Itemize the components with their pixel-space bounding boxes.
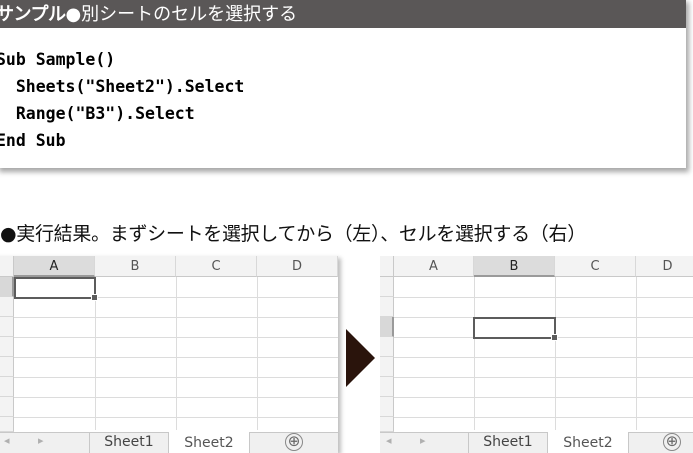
scroll-left-icon[interactable]: ◂: [386, 434, 392, 447]
grid-line: [14, 337, 338, 338]
scroll-right-icon[interactable]: ▸: [420, 434, 426, 447]
grid-line: [394, 357, 693, 358]
row-header-3[interactable]: [380, 317, 394, 337]
code-line: Range("B3").Select: [0, 104, 195, 123]
row-header-5[interactable]: [0, 357, 14, 377]
row-header-5[interactable]: [380, 357, 394, 377]
column-header-a[interactable]: A: [14, 256, 95, 277]
code-sample-box: サンプル ●別シートのセルを選択する Sub Sample() Sheets("S…: [0, 0, 686, 168]
select-all-corner[interactable]: [0, 256, 14, 277]
tab-sheet2[interactable]: Sheet2: [169, 432, 249, 453]
grid-line: [14, 417, 338, 418]
row-header-1[interactable]: [0, 277, 14, 297]
column-header-d[interactable]: D: [636, 256, 693, 277]
row-header-4[interactable]: [380, 337, 394, 357]
grid-line: [394, 417, 693, 418]
grid-line: [14, 317, 338, 318]
row-header-7[interactable]: [380, 397, 394, 417]
vba-code: Sub Sample() Sheets("Sheet2").Select Ran…: [0, 28, 686, 154]
code-line: Sub Sample(): [0, 50, 116, 69]
column-header-c[interactable]: C: [555, 256, 636, 277]
column-header-b[interactable]: B: [95, 256, 176, 277]
tab-sheet2[interactable]: Sheet2: [548, 432, 628, 453]
add-sheet-icon[interactable]: ⊕: [285, 433, 303, 451]
column-header-d[interactable]: D: [257, 256, 338, 277]
left-spreadsheet: A B C D ◂ ▸ Sheet1 Sheet2 ⊕: [0, 256, 338, 453]
grid-line: [394, 397, 693, 398]
grid-line: [636, 277, 637, 430]
sheet-tab-bar: ◂ ▸ Sheet1 Sheet2 ⊕: [380, 432, 693, 453]
grid-line: [474, 277, 475, 430]
code-line: Sheets("Sheet2").Select: [0, 77, 245, 96]
row-header-6[interactable]: [380, 377, 394, 397]
grid-line: [257, 277, 258, 430]
select-all-corner[interactable]: [380, 256, 394, 277]
tab-sheet1[interactable]: Sheet1: [89, 432, 169, 453]
grid-line: [394, 377, 693, 378]
fill-handle[interactable]: [551, 334, 558, 341]
active-cell-a1[interactable]: [14, 277, 98, 301]
arrow-right-icon: [346, 329, 375, 387]
column-header-b[interactable]: B: [474, 256, 555, 277]
grid-line: [14, 397, 338, 398]
sample-header: サンプル ●別シートのセルを選択する: [0, 0, 686, 28]
add-sheet-area: ⊕: [628, 432, 693, 453]
result-caption: ●実行結果。まずシートを選択してから（左）、セルを選択する（右）: [0, 223, 586, 245]
tab-sheet1[interactable]: Sheet1: [468, 432, 548, 453]
row-header-2[interactable]: [0, 297, 14, 317]
row-header-2[interactable]: [380, 297, 394, 317]
grid-line: [176, 277, 177, 430]
add-sheet-area: ⊕: [249, 432, 338, 453]
grid-line: [14, 357, 338, 358]
row-header-6[interactable]: [0, 377, 14, 397]
code-line: End Sub: [0, 131, 66, 150]
right-spreadsheet: A B C D ◂ ▸ Sheet1 Sheet2 ⊕: [380, 256, 693, 453]
sample-label: サンプル: [0, 4, 66, 25]
scroll-left-icon[interactable]: ◂: [4, 434, 10, 447]
row-header-8[interactable]: [380, 417, 394, 432]
row-header-1[interactable]: [380, 277, 394, 297]
row-header-4[interactable]: [0, 337, 14, 357]
row-header-3[interactable]: [0, 317, 14, 337]
grid-line: [394, 297, 693, 298]
scroll-right-icon[interactable]: ▸: [38, 434, 44, 447]
sheet-tab-bar: ◂ ▸ Sheet1 Sheet2 ⊕: [0, 432, 338, 453]
fill-handle[interactable]: [91, 294, 98, 301]
row-header-8[interactable]: [0, 417, 14, 432]
sample-title: ●別シートのセルを選択する: [65, 4, 298, 25]
grid-line: [555, 277, 556, 430]
add-sheet-icon[interactable]: ⊕: [663, 433, 681, 451]
row-header-7[interactable]: [0, 397, 14, 417]
grid-line: [14, 377, 338, 378]
column-header-a[interactable]: A: [394, 256, 474, 277]
column-header-c[interactable]: C: [176, 256, 257, 277]
active-cell-b3[interactable]: [473, 317, 558, 341]
